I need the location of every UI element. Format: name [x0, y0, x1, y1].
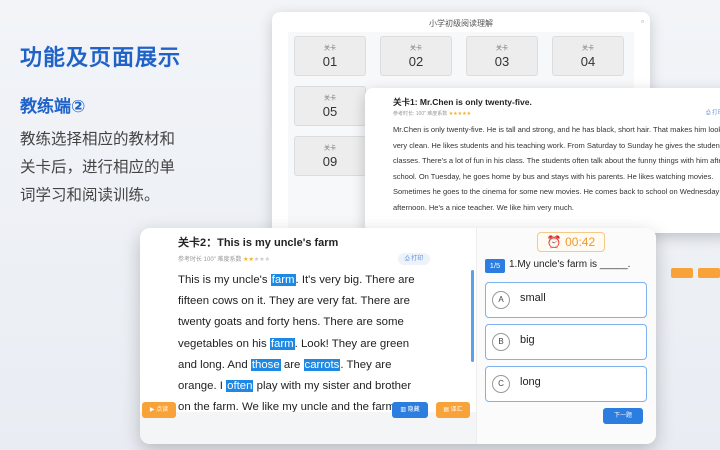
- question-text: 1.My uncle's farm is _____.: [509, 259, 631, 270]
- passage-meta: 参考时长: 100" 难度系数 ★★★★★: [393, 111, 472, 117]
- next-question-button[interactable]: 下一题: [603, 408, 643, 424]
- section-title: 教练端②: [20, 97, 86, 116]
- timer: ⏰ 00:42: [537, 232, 605, 252]
- vocab-button[interactable]: ▤ 译汇: [436, 402, 470, 418]
- difficulty-stars-empty: ★★★: [253, 257, 271, 263]
- orange-chip[interactable]: [698, 268, 720, 278]
- level-title: 关卡2：This is my uncle's farm: [178, 237, 339, 249]
- level-card-01[interactable]: 关卡 01: [294, 36, 366, 76]
- highlighted-word[interactable]: those: [250, 358, 281, 371]
- option-c[interactable]: C long: [485, 366, 647, 402]
- difficulty-stars: ★★★★★: [448, 111, 472, 117]
- highlighted-word[interactable]: farm: [269, 337, 295, 350]
- read-aloud-button[interactable]: ▶ 点读: [142, 402, 176, 418]
- level-card-09[interactable]: 关卡 09: [294, 136, 366, 176]
- passage-window: 关卡1: Mr.Chen is only twenty-five. 参考时长: …: [365, 88, 720, 233]
- maximize-icon[interactable]: ▫: [641, 17, 644, 26]
- reading-passage: This is my uncle's farm. It's very big. …: [178, 274, 415, 412]
- level-card-05[interactable]: 关卡 05: [294, 86, 366, 126]
- level-card-02[interactable]: 关卡 02: [380, 36, 452, 76]
- reading-window: 关卡2：This is my uncle's farm 参考时长 100" 难度…: [140, 228, 656, 444]
- page-title: 功能及页面展示: [20, 45, 182, 70]
- level-card-03[interactable]: 关卡 03: [466, 36, 538, 76]
- highlighted-word[interactable]: carrots: [303, 358, 341, 371]
- print-button[interactable]: ⎙ 打印: [398, 253, 430, 265]
- level-card-04[interactable]: 关卡 04: [552, 36, 624, 76]
- highlighted-word[interactable]: often: [226, 380, 254, 393]
- difficulty-stars: ★★: [243, 257, 254, 263]
- scrollbar[interactable]: [471, 270, 474, 362]
- quiz-panel: ⏰ 00:42 1/5 1.My uncle's farm is _____. …: [476, 228, 656, 444]
- option-b[interactable]: B big: [485, 324, 647, 360]
- hide-button[interactable]: ▥ 隐藏: [392, 402, 428, 418]
- highlighted-word[interactable]: farm: [270, 274, 296, 286]
- window-title: 小学初级阅读理解: [429, 19, 493, 28]
- option-a[interactable]: A small: [485, 282, 647, 318]
- question-index: 1/5: [485, 259, 505, 273]
- level-meta: 参考时长 100" 难度系数 ★★★★★: [178, 257, 271, 263]
- passage-title: 关卡1: Mr.Chen is only twenty-five.: [393, 97, 532, 107]
- print-button[interactable]: ⎙ 打印: [706, 108, 720, 117]
- section-description: 教练选择相应的教材和关卡后，进行相应的单词学习和阅读训练。: [20, 131, 176, 204]
- passage-text: Mr.Chen is only twenty-five. He is tall …: [393, 125, 720, 212]
- orange-chip[interactable]: [671, 268, 693, 278]
